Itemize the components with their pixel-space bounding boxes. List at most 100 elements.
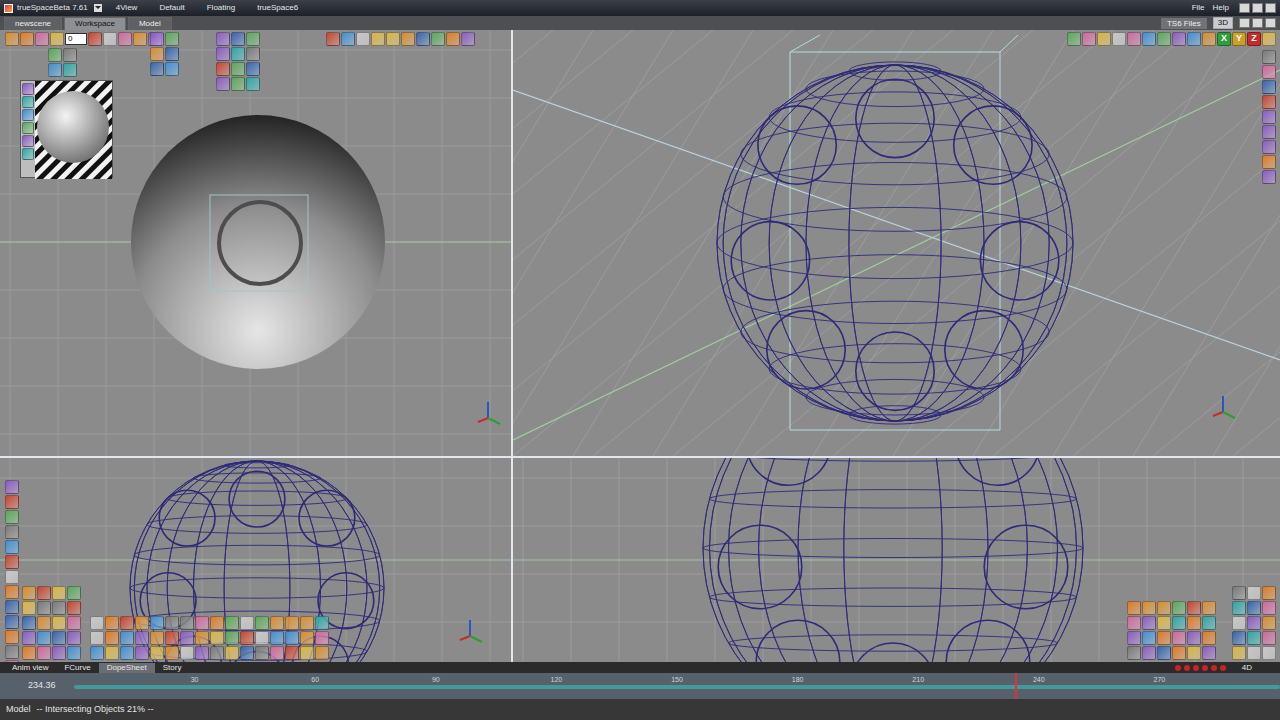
tool-icon[interactable]: [1172, 631, 1186, 645]
tool-icon[interactable]: [386, 32, 400, 46]
viewport[interactable]: [0, 458, 511, 662]
tool-icon[interactable]: [1262, 50, 1276, 64]
tool-icon[interactable]: [1262, 616, 1276, 630]
tool-icon[interactable]: [300, 646, 314, 660]
tool-icon[interactable]: [1247, 631, 1261, 645]
tool-icon[interactable]: [1082, 32, 1096, 46]
playback-icon[interactable]: [1220, 665, 1226, 671]
tool-icon[interactable]: [1142, 32, 1156, 46]
tool-icon[interactable]: [231, 47, 245, 61]
tool-icon[interactable]: [285, 646, 299, 660]
tool-icon[interactable]: [1187, 616, 1201, 630]
tool-icon[interactable]: [5, 480, 19, 494]
tool-icon[interactable]: [231, 77, 245, 91]
tool-icon[interactable]: [5, 495, 19, 509]
dropdown-icon[interactable]: [94, 4, 102, 12]
tool-icon[interactable]: [37, 616, 51, 630]
tool-icon[interactable]: [1187, 601, 1201, 615]
viewport[interactable]: 0: [0, 30, 511, 456]
tool-icon[interactable]: [1202, 631, 1216, 645]
tool-icon[interactable]: [88, 32, 102, 46]
scene-tab[interactable]: Model: [128, 17, 172, 30]
tool-icon[interactable]: [1142, 601, 1156, 615]
current-frame[interactable]: 234.36: [0, 679, 74, 693]
tool-icon[interactable]: [255, 631, 269, 645]
viewport[interactable]: [513, 458, 1280, 662]
files-button[interactable]: TS6 Files: [1161, 18, 1207, 29]
tool-icon[interactable]: [5, 630, 19, 644]
tool-icon[interactable]: [165, 646, 179, 660]
tool-icon[interactable]: [67, 616, 81, 630]
tool-icon[interactable]: [356, 32, 370, 46]
tool-icon[interactable]: [195, 631, 209, 645]
tool-icon[interactable]: [52, 601, 66, 615]
tool-icon[interactable]: [1262, 125, 1276, 139]
tool-icon[interactable]: [67, 631, 81, 645]
tool-icon[interactable]: [63, 63, 77, 77]
tool-icon[interactable]: [48, 63, 62, 77]
tool-icon[interactable]: [120, 631, 134, 645]
tool-icon[interactable]: [1127, 616, 1141, 630]
tool-icon[interactable]: [1142, 631, 1156, 645]
tool-icon[interactable]: [22, 122, 34, 134]
tool-icon[interactable]: [1232, 601, 1246, 615]
tool-icon[interactable]: [1262, 95, 1276, 109]
tool-icon[interactable]: [1157, 631, 1171, 645]
tool-icon[interactable]: [246, 77, 260, 91]
layout-menu[interactable]: 4View: [116, 2, 138, 14]
tool-icon[interactable]: [1187, 32, 1201, 46]
anim-tab[interactable]: FCurve: [56, 663, 98, 673]
tool-icon[interactable]: [50, 32, 64, 46]
tool-icon[interactable]: [103, 32, 117, 46]
tool-icon[interactable]: [1127, 646, 1141, 660]
tool-icon[interactable]: [315, 616, 329, 630]
tool-icon[interactable]: [150, 62, 164, 76]
tool-icon[interactable]: [300, 631, 314, 645]
tool-icon[interactable]: [5, 600, 19, 614]
tool-icon[interactable]: [5, 540, 19, 554]
tool-icon[interactable]: [165, 631, 179, 645]
tool-icon[interactable]: [37, 631, 51, 645]
tool-icon[interactable]: [210, 646, 224, 660]
tool-icon[interactable]: [105, 616, 119, 630]
tool-icon[interactable]: [1247, 616, 1261, 630]
tool-icon[interactable]: [1232, 631, 1246, 645]
main-menu[interactable]: File: [1192, 2, 1205, 14]
tool-icon[interactable]: [246, 32, 260, 46]
tool-icon[interactable]: [401, 32, 415, 46]
tool-icon[interactable]: [270, 646, 284, 660]
tool-icon[interactable]: [1172, 601, 1186, 615]
tool-icon[interactable]: [431, 32, 445, 46]
tool-icon[interactable]: [67, 586, 81, 600]
tool-icon[interactable]: [225, 631, 239, 645]
tool-icon[interactable]: [1262, 110, 1276, 124]
tool-icon[interactable]: [216, 32, 230, 46]
tool-icon[interactable]: [22, 586, 36, 600]
tool-icon[interactable]: [52, 616, 66, 630]
tool-icon[interactable]: [1172, 616, 1186, 630]
tool-icon[interactable]: [133, 32, 147, 46]
tool-icon[interactable]: [22, 601, 36, 615]
tool-icon[interactable]: [1262, 32, 1276, 46]
tool-icon[interactable]: [225, 616, 239, 630]
tool-icon[interactable]: [1262, 586, 1276, 600]
tool-icon[interactable]: [255, 646, 269, 660]
layout-menu[interactable]: trueSpace6: [257, 2, 298, 14]
tool-icon[interactable]: [210, 616, 224, 630]
main-menu[interactable]: Help: [1213, 2, 1229, 14]
tool-icon[interactable]: [1112, 32, 1126, 46]
close-icon[interactable]: [1265, 3, 1276, 13]
tool-icon[interactable]: [22, 109, 34, 121]
tool-icon[interactable]: [5, 570, 19, 584]
tool-icon[interactable]: [240, 646, 254, 660]
tool-icon[interactable]: [1142, 646, 1156, 660]
tool-icon[interactable]: [135, 616, 149, 630]
tool-icon[interactable]: [22, 646, 36, 660]
tool-icon[interactable]: [1187, 646, 1201, 660]
tool-icon[interactable]: [150, 32, 164, 46]
tool-icon[interactable]: [22, 135, 34, 147]
tool-icon[interactable]: [1127, 601, 1141, 615]
tool-icon[interactable]: [1187, 631, 1201, 645]
tool-icon[interactable]: [1172, 646, 1186, 660]
axis-button[interactable]: Z: [1247, 32, 1261, 46]
